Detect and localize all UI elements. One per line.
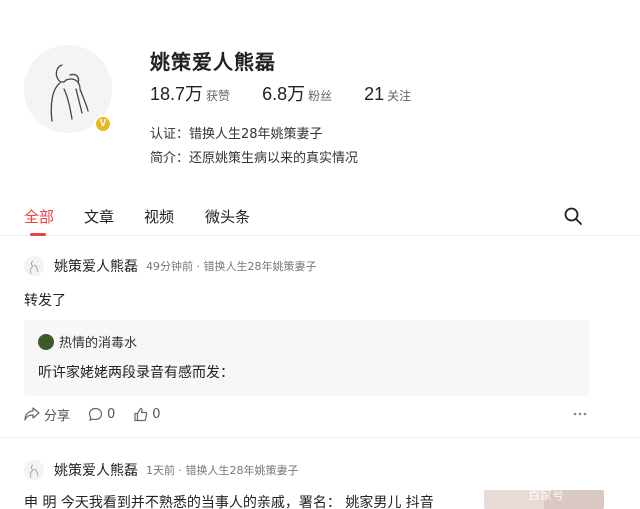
stat-likes[interactable]: 18.7万 获赞 xyxy=(150,80,230,106)
stat-followers[interactable]: 6.8万 粉丝 xyxy=(262,80,332,106)
quoted-post-text: 听许家姥姥两段录音有感而发： xyxy=(38,365,234,381)
thumbs-up-icon xyxy=(134,407,148,421)
content-tabs: 全部 文章 视频 微头条 xyxy=(0,200,640,236)
profile-name: 姚策爱人熊磊 xyxy=(150,50,276,74)
post-actions: 分享 0 0 xyxy=(24,404,179,424)
stat-followers-label: 粉丝 xyxy=(308,89,333,103)
comment-icon xyxy=(88,407,103,421)
tab-videos[interactable]: 视频 xyxy=(144,206,174,227)
post-text[interactable]: 申 明 今天我看到并不熟悉的当事人的亲戚，署名： 姚家男儿 抖音 xyxy=(24,492,434,509)
search-icon[interactable] xyxy=(563,206,583,226)
quoted-author[interactable]: 热情的消毒水 xyxy=(59,332,137,351)
post-avatar[interactable] xyxy=(24,256,44,276)
post-header: 姚策爱人熊磊 1天前 · 错换人生28年姚策妻子 xyxy=(24,460,299,480)
post-header: 姚策爱人熊磊 49分钟前 · 错换人生28年姚策妻子 xyxy=(24,256,316,276)
stat-likes-label: 获赞 xyxy=(206,89,231,103)
bio-text: 简介：还原姚策生病以来的真实情况 xyxy=(150,151,359,166)
profile-header: V 姚策爱人熊磊 18.7万 获赞 6.8万 粉丝 21 关注 认证：错换人生2… xyxy=(0,0,640,190)
quoted-post-header: 热情的消毒水 xyxy=(38,332,137,351)
feed-post: 姚策爱人熊磊 49分钟前 · 错换人生28年姚策妻子 转发了 热情的消毒水 听许… xyxy=(0,248,640,438)
tab-all[interactable]: 全部 xyxy=(24,206,54,227)
verification-text: 认证：错换人生28年姚策妻子 xyxy=(150,127,323,142)
like-button[interactable]: 0 xyxy=(133,406,161,422)
stat-followers-value: 6.8万 xyxy=(262,84,306,104)
comment-count: 0 xyxy=(107,406,116,422)
quoted-post[interactable]: 热情的消毒水 听许家姥姥两段录音有感而发： xyxy=(24,320,590,396)
share-button[interactable]: 分享 xyxy=(24,405,70,424)
post-meta: 1天前 · 错换人生28年姚策妻子 xyxy=(146,464,299,477)
stat-following[interactable]: 21 关注 xyxy=(364,84,411,105)
quoted-author-avatar[interactable] xyxy=(38,333,54,350)
more-icon[interactable] xyxy=(572,406,588,422)
post-text[interactable]: 转发了 xyxy=(24,290,66,310)
tab-articles[interactable]: 文章 xyxy=(84,206,114,227)
like-count: 0 xyxy=(152,406,161,422)
tab-micro-posts[interactable]: 微头条 xyxy=(205,206,250,227)
post-avatar[interactable] xyxy=(24,460,44,480)
post-author[interactable]: 姚策爱人熊磊 xyxy=(54,256,138,276)
stat-following-label: 关注 xyxy=(387,89,412,103)
share-icon xyxy=(24,407,40,421)
watermark: 百家号 xyxy=(528,488,565,502)
active-tab-indicator xyxy=(30,233,46,236)
comment-button[interactable]: 0 xyxy=(88,407,115,422)
verified-badge-icon: V xyxy=(94,115,112,133)
stat-following-value: 21 xyxy=(364,84,385,104)
post-author[interactable]: 姚策爱人熊磊 xyxy=(54,460,138,480)
share-label: 分享 xyxy=(44,408,71,424)
stat-likes-value: 18.7万 xyxy=(150,84,204,104)
post-meta: 49分钟前 · 错换人生28年姚策妻子 xyxy=(146,260,317,273)
profile-stats: 18.7万 获赞 6.8万 粉丝 21 关注 xyxy=(150,80,443,104)
